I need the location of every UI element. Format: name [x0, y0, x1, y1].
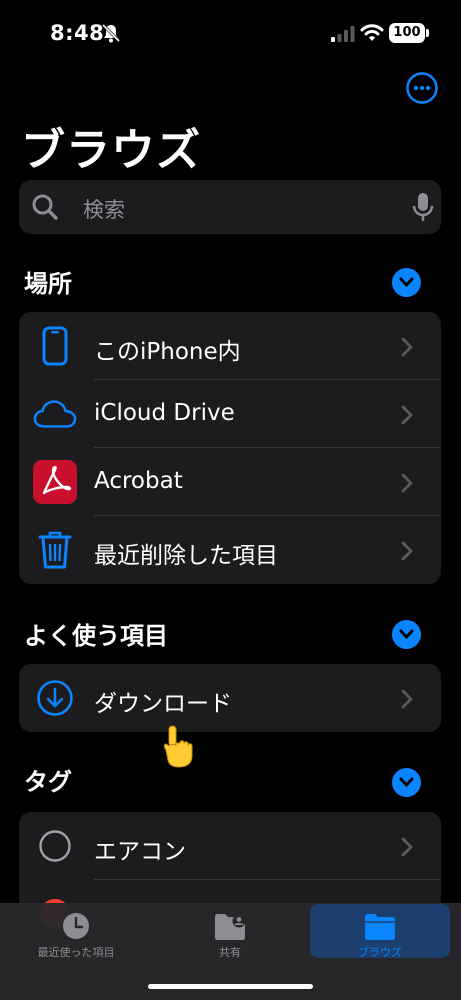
list-item-label: 最近削除した項目 — [94, 543, 278, 569]
wifi-icon — [360, 24, 384, 41]
list-item-label: エアコン — [94, 839, 186, 865]
bell-slash-icon — [101, 23, 121, 43]
section-header-locations: 場所 — [24, 270, 72, 298]
search-icon — [32, 194, 58, 220]
page-title: ブラウズ — [21, 125, 201, 176]
icloud-icon — [33, 394, 77, 434]
chevron-down-icon — [399, 277, 414, 287]
more-options-button[interactable] — [406, 72, 438, 104]
acrobat-icon — [33, 460, 77, 504]
list-item-tag-aircon[interactable]: エアコン — [19, 812, 441, 880]
microphone-icon[interactable] — [412, 192, 434, 222]
download-icon — [33, 678, 77, 718]
section-header-tags: タグ — [24, 768, 72, 796]
chevron-right-icon — [401, 337, 413, 357]
search-placeholder: 検索 — [83, 198, 125, 222]
chevron-down-icon — [399, 629, 414, 639]
tab-browse[interactable]: ブラウズ — [310, 904, 450, 959]
cellular-signal-icon — [331, 26, 355, 42]
list-item-downloads[interactable]: ダウンロード — [19, 664, 441, 732]
chevron-right-icon — [401, 837, 413, 857]
status-bar: 8:48 100 — [0, 0, 461, 62]
iphone-icon — [33, 326, 77, 366]
chevron-right-icon — [401, 473, 413, 493]
favorites-list: ダウンロード — [19, 664, 441, 732]
home-indicator — [148, 984, 313, 989]
list-item-label: Acrobat — [94, 468, 183, 494]
shared-folder-icon — [215, 914, 246, 940]
tags-collapse-button[interactable] — [392, 768, 421, 797]
locations-list: このiPhone内 iCloud Drive Acrobat 最近削除した項目 — [19, 312, 441, 584]
tab-label: 最近使った項目 — [37, 946, 115, 959]
trash-icon — [33, 530, 77, 570]
chevron-right-icon — [401, 405, 413, 425]
chevron-right-icon — [401, 689, 413, 709]
list-item-label: iCloud Drive — [94, 400, 235, 426]
chevron-down-icon — [399, 777, 414, 787]
list-item-label: ダウンロード — [94, 691, 232, 717]
list-item-icloud-drive[interactable]: iCloud Drive — [19, 380, 441, 448]
tag-circle-icon — [33, 826, 77, 866]
search-bar[interactable]: 検索 — [19, 180, 441, 234]
list-item-recently-deleted[interactable]: 最近削除した項目 — [19, 516, 441, 584]
tab-recents[interactable]: 最近使った項目 — [6, 904, 146, 964]
tab-label: 共有 — [219, 946, 241, 959]
pointing-hand-icon — [164, 725, 193, 768]
tab-shared[interactable]: 共有 — [160, 904, 300, 964]
list-item-label: このiPhone内 — [94, 339, 241, 365]
clock-icon — [63, 913, 89, 939]
folder-icon — [365, 914, 395, 940]
section-header-favorites: よく使う項目 — [24, 622, 168, 650]
status-time: 8:48 — [50, 21, 105, 45]
list-item-acrobat[interactable]: Acrobat — [19, 448, 441, 516]
tab-label: ブラウズ — [358, 946, 402, 959]
favorites-collapse-button[interactable] — [392, 620, 421, 649]
list-item-this-iphone[interactable]: このiPhone内 — [19, 312, 441, 380]
battery-indicator: 100 — [389, 23, 429, 43]
chevron-right-icon — [401, 541, 413, 561]
locations-collapse-button[interactable] — [392, 268, 421, 297]
